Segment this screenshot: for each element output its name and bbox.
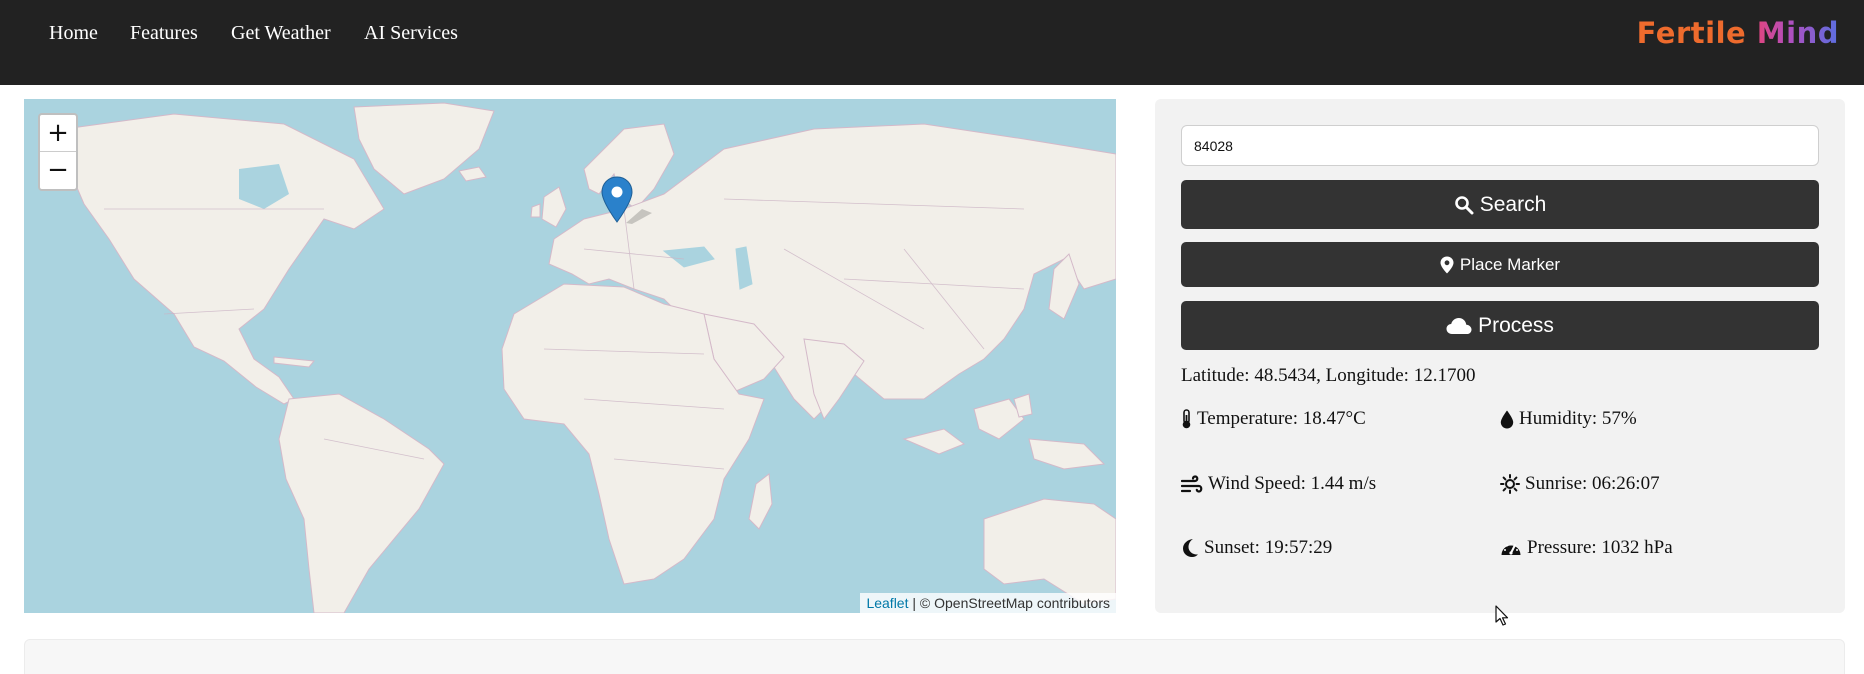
zoom-in-button[interactable]: + [40, 115, 76, 152]
content-card [24, 639, 1845, 674]
nav-link-ai-services[interactable]: AI Services [364, 22, 458, 45]
wind-icon [1181, 475, 1203, 493]
pressure-value: Pressure: 1032 hPa [1527, 537, 1673, 558]
map-pin-icon [1440, 256, 1454, 274]
humidity-item: Humidity: 57% [1500, 408, 1637, 430]
brand-logo-fertile: Fertile [1636, 16, 1747, 50]
brand-logo[interactable]: Fertile Mind [1637, 16, 1839, 50]
nav-link-get-weather[interactable]: Get Weather [231, 22, 331, 45]
weather-panel: Search Place Marker Process Latitude: 48… [1155, 99, 1845, 613]
map-marker-shadow-icon [626, 209, 652, 224]
brand-logo-mind: Mind [1756, 16, 1839, 50]
thermometer-icon [1181, 409, 1192, 429]
search-icon [1454, 195, 1474, 215]
temperature-item: Temperature: 18.47°C [1181, 408, 1366, 430]
map-attribution: Leaflet | © OpenStreetMap contributors [860, 593, 1116, 613]
mouse-cursor-icon [1495, 605, 1509, 626]
sunrise-item: Sunrise: 06:26:07 [1500, 473, 1660, 495]
process-button[interactable]: Process [1181, 301, 1819, 350]
search-button[interactable]: Search [1181, 180, 1819, 229]
world-map[interactable]: + − Leaflet | © OpenStreetMap contributo… [24, 99, 1116, 613]
sunrise-value: Sunrise: 06:26:07 [1525, 473, 1660, 494]
leaflet-link[interactable]: Leaflet [866, 595, 908, 611]
pressure-item: Pressure: 1032 hPa [1500, 537, 1673, 559]
humidity-value: Humidity: 57% [1519, 408, 1637, 429]
place-marker-button-label: Place Marker [1459, 254, 1561, 274]
water-drop-icon [1500, 410, 1514, 429]
attribution-text: | © OpenStreetMap contributors [908, 595, 1110, 611]
coordinates-readout: Latitude: 48.5434, Longitude: 12.1700 [1181, 365, 1476, 386]
zoom-out-button[interactable]: − [40, 152, 76, 189]
sunset-value: Sunset: 19:57:29 [1204, 537, 1333, 558]
place-marker-button[interactable]: Place Marker [1181, 242, 1819, 287]
gauge-icon [1500, 539, 1522, 557]
sun-icon [1500, 474, 1520, 494]
temperature-value: Temperature: 18.47°C [1197, 408, 1366, 429]
location-search-input[interactable] [1181, 125, 1819, 166]
top-navbar: Home Features Get Weather AI Services Fe… [0, 0, 1864, 85]
wind-speed-item: Wind Speed: 1.44 m/s [1181, 473, 1376, 495]
cloud-icon [1446, 317, 1472, 335]
search-button-label: Search [1479, 192, 1547, 216]
map-tiles [24, 99, 1116, 613]
sunset-item: Sunset: 19:57:29 [1181, 537, 1332, 559]
nav-link-home[interactable]: Home [49, 22, 98, 45]
wind-speed-value: Wind Speed: 1.44 m/s [1208, 473, 1377, 494]
moon-icon [1181, 538, 1199, 558]
zoom-control: + − [38, 113, 78, 191]
process-button-label: Process [1478, 313, 1554, 337]
nav-link-features[interactable]: Features [130, 22, 198, 45]
